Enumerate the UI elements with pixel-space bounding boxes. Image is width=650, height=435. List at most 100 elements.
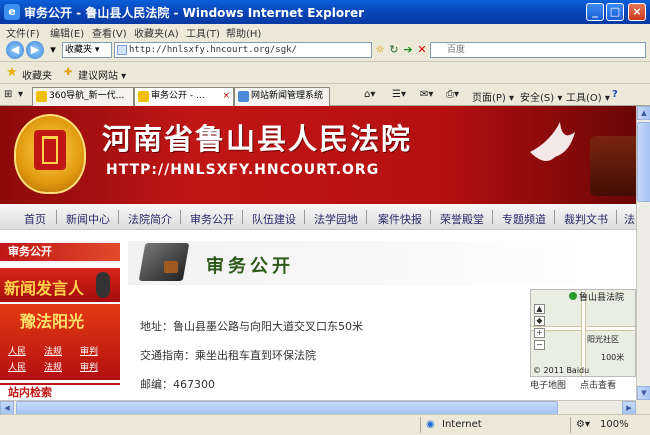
favorites-star-icon[interactable]: ★ <box>6 65 18 80</box>
map-copyright: © 2011 Baidu <box>533 366 590 375</box>
map-zoom-out-icon[interactable]: − <box>534 340 545 350</box>
map-pan-up-icon[interactable]: ▲ <box>534 304 545 314</box>
sun-link[interactable]: 审判 <box>80 344 98 357</box>
dove-icon <box>530 122 575 161</box>
tab-360[interactable]: 360导航_新一代... <box>32 87 134 106</box>
horizontal-scrollbar[interactable]: ◀ ▶ <box>0 400 636 415</box>
location-map[interactable]: 鲁山县法院 阳光社区 ▲ ◆ + − 100米 © 2011 Baidu <box>530 289 636 377</box>
traffic-line: 交通指南：乘坐出租车直到环保法院 <box>140 349 316 362</box>
url-field[interactable]: http://hnlsxfy.hncourt.org/sgk/ <box>114 42 372 58</box>
stop-icon[interactable]: ✕ <box>414 42 430 58</box>
window-title: 审务公开 - 鲁山县人民法院 - Windows Internet Explor… <box>24 6 365 20</box>
protected-mode-icon[interactable]: ⚙▾ <box>576 419 590 430</box>
search-input[interactable]: 百度 <box>430 42 646 58</box>
sun-link[interactable]: 法规 <box>44 360 62 373</box>
nav-cases[interactable]: 案件快报 <box>378 211 422 227</box>
map-link[interactable]: 电子地图 <box>530 378 566 391</box>
close-tab-icon[interactable]: × <box>222 88 230 105</box>
feeds-icon[interactable]: ☰▾ <box>392 89 406 100</box>
tab-favicon-icon <box>138 91 149 102</box>
tab-list-icon[interactable]: ▾ <box>18 89 23 100</box>
security-zone: Internet <box>442 419 482 430</box>
map-scale: 100米 <box>601 353 625 362</box>
page-icon <box>117 45 127 55</box>
favorites-label[interactable]: 收藏夹 <box>22 67 52 82</box>
sun-link[interactable]: 法规 <box>44 344 62 357</box>
site-search-title: 站内检索 <box>0 383 120 400</box>
menu-bar: 文件(F) 编辑(E) 查看(V) 收藏夹(A) 工具(T) 帮助(H) <box>0 24 650 40</box>
map-road-label: 阳光社区 <box>587 335 619 344</box>
sunshine-title: 豫法阳光 <box>20 312 85 331</box>
map-pin-icon <box>569 292 577 300</box>
left-column: 审务公开 新闻发言人 豫法阳光 人民 法规 审判 人民 法规 审判 站内检索 <box>0 241 120 400</box>
home-icon[interactable]: ⌂▾ <box>364 89 375 100</box>
map-view-link[interactable]: 点击查看 <box>580 378 616 391</box>
zoom-level[interactable]: 100% <box>600 419 629 430</box>
vertical-scrollbar[interactable]: ▲ ▼ <box>636 106 650 400</box>
tab-bar: ⊞ ▾ 360导航_新一代... 审务公开 - ... × 网站新闻管理系统 ⌂… <box>0 84 650 106</box>
scroll-right-icon[interactable]: ▶ <box>622 401 636 415</box>
status-bar: ◉ Internet ⚙▾ 100% <box>0 414 650 435</box>
map-pan-icon[interactable]: ◆ <box>534 316 545 326</box>
map-zoom-in-icon[interactable]: + <box>534 328 545 338</box>
nav-team[interactable]: 队伍建设 <box>252 211 296 227</box>
section-header: 审务公开 <box>128 241 636 285</box>
nav-open-trial[interactable]: 审务公开 <box>190 211 234 227</box>
gavel-icon <box>590 136 636 196</box>
tab-favicon-icon <box>36 91 47 102</box>
minimize-button[interactable]: _ <box>586 3 604 21</box>
add-favorite-icon[interactable]: ✚ <box>64 67 72 78</box>
mail-icon[interactable]: ✉▾ <box>420 89 433 100</box>
ie-logo-icon: e <box>4 4 20 20</box>
page-content: 河南省鲁山县人民法院 HTTP://HNLSXFY.HNCOURT.ORG 首页… <box>0 106 636 400</box>
forward-button[interactable]: ▶ <box>26 41 44 59</box>
nav-judgments[interactable]: 裁判文书 <box>564 211 608 227</box>
globe-icon: ◉ <box>426 419 435 430</box>
vertical-scroll-thumb[interactable] <box>637 122 650 202</box>
left-section-title: 审务公开 <box>0 243 120 261</box>
help-menu[interactable]: ? <box>612 89 618 100</box>
nav-about[interactable]: 法院简介 <box>128 211 172 227</box>
favorites-bar: ★ 收藏夹 ✚ 建议网站 ▾ <box>0 62 650 84</box>
back-button[interactable]: ◀ <box>6 41 24 59</box>
section-heading: 审务公开 <box>206 256 294 277</box>
sun-link[interactable]: 人民 <box>8 344 26 357</box>
tab-news-admin[interactable]: 网站新闻管理系统 <box>234 87 330 106</box>
address-bar: ◀ ▶ ▾ 收藏夹 ▾ http://hnlsxfy.hncourt.org/s… <box>0 38 650 62</box>
main-nav: 首页 新闻中心 法院简介 审务公开 队伍建设 法学园地 案件快报 荣誉殿堂 专题… <box>0 204 636 230</box>
postcode-line: 邮编：467300 <box>140 378 215 391</box>
favorites-dropdown[interactable]: 收藏夹 ▾ <box>62 42 112 58</box>
title-bar: e 审务公开 - 鲁山县人民法院 - Windows Internet Expl… <box>0 0 650 24</box>
spokesman-banner[interactable]: 新闻发言人 <box>0 268 120 302</box>
site-url: HTTP://HNLSXFY.HNCOURT.ORG <box>106 162 380 178</box>
safety-menu[interactable]: 安全(S) ▾ <box>520 89 562 104</box>
nav-news[interactable]: 新闻中心 <box>66 211 110 227</box>
tools-menu[interactable]: 工具(O) ▾ <box>566 89 610 104</box>
horizontal-scroll-thumb[interactable] <box>16 401 558 415</box>
nav-law[interactable]: 法学园地 <box>314 211 358 227</box>
scroll-left-icon[interactable]: ◀ <box>0 401 14 415</box>
map-footer: 电子地图 点击查看 <box>530 378 636 392</box>
scroll-down-icon[interactable]: ▼ <box>637 386 650 400</box>
court-emblem-icon <box>14 114 86 194</box>
site-banner: 河南省鲁山县人民法院 HTTP://HNLSXFY.HNCOURT.ORG <box>0 106 636 204</box>
tab-current[interactable]: 审务公开 - ... × <box>134 87 234 106</box>
microphone-icon <box>96 272 110 298</box>
yufa-sunshine-banner: 豫法阳光 人民 法规 审判 人民 法规 审判 <box>0 304 120 380</box>
nav-topics[interactable]: 专题频道 <box>502 211 546 227</box>
address-line: 地址：鲁山县墨公路与向阳大道交叉口东50米 <box>140 320 363 333</box>
nav-home[interactable]: 首页 <box>24 211 46 227</box>
sun-link[interactable]: 审判 <box>80 360 98 373</box>
history-dropdown-icon[interactable]: ▾ <box>45 42 61 58</box>
nav-more[interactable]: 法 <box>624 211 635 227</box>
scroll-up-icon[interactable]: ▲ <box>637 106 650 120</box>
close-window-button[interactable]: × <box>628 3 646 21</box>
sun-link[interactable]: 人民 <box>8 360 26 373</box>
nav-honors[interactable]: 荣誉殿堂 <box>440 211 484 227</box>
print-icon[interactable]: ⎙▾ <box>446 89 459 100</box>
maximize-button[interactable]: □ <box>606 3 624 21</box>
page-menu[interactable]: 页面(P) ▾ <box>472 89 514 104</box>
suggested-sites-link[interactable]: 建议网站 ▾ <box>78 67 126 82</box>
tab-favicon-icon <box>238 91 249 102</box>
quick-tabs-icon[interactable]: ⊞ <box>4 89 12 100</box>
